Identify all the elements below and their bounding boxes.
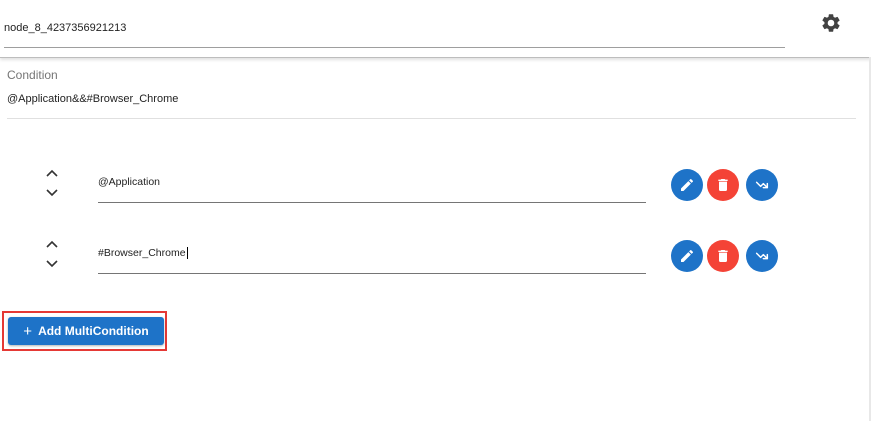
chevron-down-icon[interactable]: [44, 257, 60, 271]
trend-arrow-icon: [755, 252, 769, 260]
condition-row: #Browser_Chrome: [0, 237, 871, 287]
condition-input[interactable]: #Browser_Chrome: [98, 237, 646, 274]
add-multicondition-button[interactable]: + Add MultiCondition: [8, 317, 164, 345]
edit-button[interactable]: [671, 240, 703, 272]
reorder-controls: [44, 166, 60, 206]
reorder-controls: [44, 237, 60, 277]
condition-input[interactable]: @Application: [98, 166, 646, 203]
header-bar: node_8_4237356921213: [0, 0, 871, 58]
chevron-up-icon[interactable]: [44, 237, 60, 251]
chevron-up-icon[interactable]: [44, 166, 60, 180]
condition-label: Condition: [7, 68, 58, 82]
trend-arrow-icon: [755, 181, 769, 189]
trash-icon: [718, 179, 728, 191]
plus-icon: +: [23, 322, 33, 340]
pencil-icon: [681, 249, 694, 262]
delete-button[interactable]: [707, 240, 739, 272]
navigate-button[interactable]: [746, 240, 778, 272]
divider: [7, 118, 856, 119]
node-name-field[interactable]: node_8_4237356921213: [4, 13, 785, 48]
navigate-button[interactable]: [746, 169, 778, 201]
edit-button[interactable]: [671, 169, 703, 201]
condition-editor: node_8_4237356921213 Condition @Applicat…: [0, 0, 871, 421]
chevron-down-icon[interactable]: [44, 186, 60, 200]
text-caret: [186, 247, 188, 260]
gear-icon[interactable]: [820, 12, 842, 34]
delete-button[interactable]: [707, 169, 739, 201]
condition-value: @Application&&#Browser_Chrome: [7, 93, 179, 105]
pencil-icon: [681, 178, 694, 191]
condition-input-text: #Browser_Chrome: [98, 247, 186, 259]
trash-icon: [718, 250, 728, 262]
condition-row: @Application: [0, 166, 871, 216]
add-multicondition-label: Add MultiCondition: [38, 324, 149, 338]
